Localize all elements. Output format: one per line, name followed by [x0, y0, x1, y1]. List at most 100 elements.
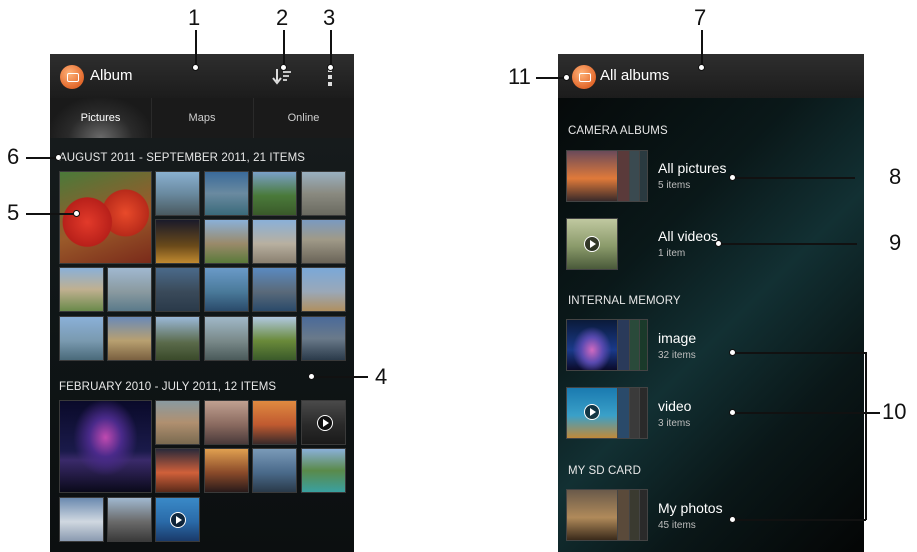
photo-thumbnail[interactable] [107, 316, 152, 361]
callout-line [313, 376, 368, 378]
photo-thumbnail[interactable] [107, 497, 152, 542]
tab-pictures[interactable]: Pictures [50, 98, 152, 138]
callout-dot [308, 373, 315, 380]
album-name: All pictures [658, 160, 727, 176]
callout-number: 4 [375, 364, 388, 389]
play-icon [584, 404, 600, 420]
play-icon [584, 236, 600, 252]
album-stack [566, 489, 648, 541]
photo-thumbnail[interactable] [204, 267, 249, 312]
album-name: My photos [658, 500, 723, 516]
callout-dot [563, 74, 570, 81]
photo-thumbnail[interactable] [59, 267, 104, 312]
photo-thumbnail[interactable] [59, 400, 152, 493]
photo-thumbnail[interactable] [155, 267, 200, 312]
album-count: 32 items [658, 350, 696, 361]
photo-thumbnail[interactable] [301, 267, 346, 312]
callout-line [330, 30, 332, 68]
photo-thumbnail[interactable] [155, 400, 200, 445]
callout-line [536, 77, 566, 79]
callout-number: 3 [323, 5, 336, 30]
photo-thumbnail[interactable] [155, 171, 200, 216]
callout-dot [55, 154, 62, 161]
album-count: 3 items [658, 418, 691, 429]
photo-thumbnail[interactable] [59, 171, 152, 264]
callout-line [866, 412, 880, 414]
callout-line [735, 519, 866, 521]
video-thumbnail[interactable] [155, 497, 200, 542]
section-header: MY SD CARD [568, 465, 641, 477]
callout-number: 8 [889, 164, 902, 189]
album-count: 1 item [658, 248, 686, 259]
album-count: 5 items [658, 180, 691, 191]
callout-line [735, 412, 866, 414]
callout-dot [192, 64, 199, 71]
action-bar: All albums [558, 54, 864, 98]
photo-thumbnail[interactable] [252, 171, 297, 216]
callout-dot [698, 64, 705, 71]
photo-thumbnail[interactable] [301, 171, 346, 216]
photo-thumbnail[interactable] [301, 316, 346, 361]
callout-line [26, 157, 58, 159]
callout-number: 7 [694, 5, 707, 30]
album-name: image [658, 330, 697, 346]
action-bar: Album [50, 54, 354, 98]
photo-thumbnail[interactable] [59, 497, 104, 542]
photo-thumbnail[interactable] [301, 219, 346, 264]
photo-thumbnail[interactable] [155, 448, 200, 493]
callout-line [283, 30, 285, 68]
date-group-header: FEBRUARY 2010 - JULY 2011, 12 ITEMS [59, 381, 277, 393]
album-app-icon[interactable] [60, 65, 84, 89]
photo-thumbnail[interactable] [59, 316, 104, 361]
play-icon [170, 512, 186, 528]
photo-thumbnail[interactable] [107, 267, 152, 312]
album-app-icon[interactable] [572, 65, 596, 89]
tab-online[interactable]: Online [253, 98, 354, 138]
callout-bracket [865, 352, 867, 520]
photo-thumbnail[interactable] [204, 448, 249, 493]
callout-dot [73, 210, 80, 217]
date-group-header: AUGUST 2011 - SEPTEMBER 2011, 21 ITEMS [59, 152, 306, 164]
callout-line [26, 213, 76, 215]
photo-thumbnail[interactable] [252, 400, 297, 445]
callout-dot [327, 64, 334, 71]
screen-title: Album [90, 67, 133, 84]
callout-number: 1 [188, 5, 201, 30]
callout-dot [280, 64, 287, 71]
album-stack [566, 319, 648, 371]
photo-thumbnail[interactable] [204, 219, 249, 264]
callout-number: 6 [7, 144, 20, 169]
callout-line [721, 243, 857, 245]
tab-maps[interactable]: Maps [151, 98, 254, 138]
photo-thumbnail[interactable] [204, 316, 249, 361]
all-albums-screen: All albums CAMERA ALBUMS All pictures 5 … [558, 54, 864, 552]
callout-line [701, 30, 703, 68]
photo-thumbnail[interactable] [252, 448, 297, 493]
photo-thumbnail[interactable] [252, 316, 297, 361]
callout-line [735, 177, 855, 179]
callout-number: 10 [882, 399, 907, 424]
section-header: INTERNAL MEMORY [568, 295, 681, 307]
play-icon [317, 415, 333, 431]
screen-title: All albums [600, 67, 670, 84]
photo-thumbnail[interactable] [252, 267, 297, 312]
photo-thumbnail[interactable] [252, 219, 297, 264]
callout-number: 11 [508, 64, 531, 89]
album-name: video [658, 398, 692, 414]
video-thumbnail[interactable] [301, 400, 346, 445]
photo-thumbnail[interactable] [204, 171, 249, 216]
photo-thumbnail[interactable] [301, 448, 346, 493]
callout-number: 2 [276, 5, 289, 30]
album-stack [566, 150, 648, 202]
callout-number: 9 [889, 230, 902, 255]
photo-thumbnail[interactable] [204, 400, 249, 445]
callout-number: 5 [7, 200, 20, 225]
section-header: CAMERA ALBUMS [568, 125, 668, 137]
photo-thumbnail[interactable] [155, 219, 200, 264]
callout-line [735, 352, 866, 354]
view-tabs: Pictures Maps Online [50, 98, 354, 138]
album-count: 45 items [658, 520, 696, 531]
photo-thumbnail[interactable] [155, 316, 200, 361]
album-pictures-screen: Album Pictures Maps Online AUGUST 2011 -… [50, 54, 354, 552]
callout-line [195, 30, 197, 68]
